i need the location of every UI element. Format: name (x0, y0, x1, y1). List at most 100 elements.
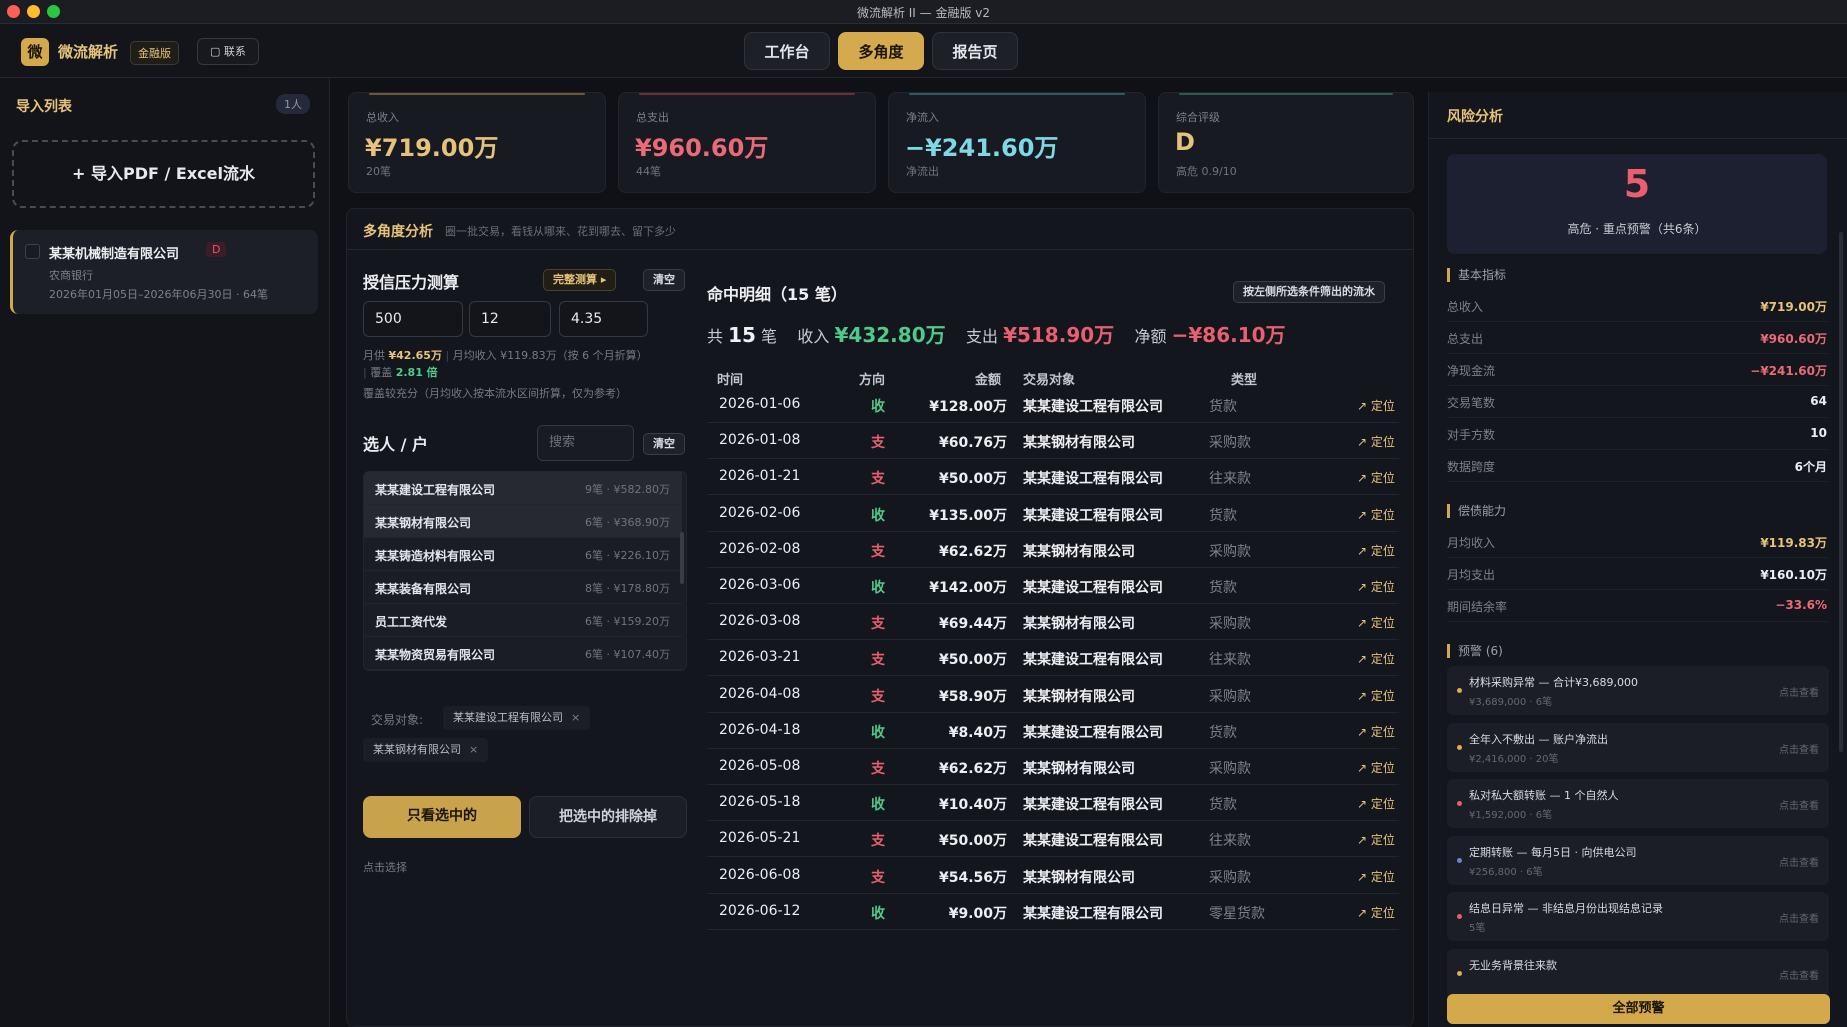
party-search-input[interactable]: 搜索 (537, 425, 634, 461)
coverage-note: 覆盖较充分（月均收入按本流水区间折算，仅为参考） (363, 387, 627, 400)
app-header: 微 微流解析 金融版 ▢ 联系 工作台 多角度 报告页 (0, 24, 1847, 78)
row-date: 2026-06-12 (719, 902, 801, 919)
row-date: 2026-03-21 (719, 649, 801, 666)
metric-row: 数据跨度 6个月 (1447, 450, 1827, 482)
locate-link[interactable]: ↗ 定位 (1357, 904, 1395, 921)
table-row[interactable]: 2026-01-06 收 ¥128.00万 某某建设工程有限公司 货款 ↗ 定位 (707, 387, 1399, 423)
locate-link[interactable]: ↗ 定位 (1357, 650, 1395, 667)
locate-link[interactable]: ↗ 定位 (1357, 614, 1395, 631)
locate-link[interactable]: ↗ 定位 (1357, 795, 1395, 812)
loan-rate-input[interactable]: 4.35 (559, 301, 648, 337)
table-row[interactable]: 2026-05-21 支 ¥50.00万 某某建设工程有限公司 往来款 ↗ 定位 (707, 821, 1399, 858)
table-row[interactable]: 2026-03-21 支 ¥50.00万 某某建设工程有限公司 往来款 ↗ 定位 (707, 640, 1399, 677)
loan-term-input[interactable]: 12 (469, 301, 551, 337)
row-counterparty: 某某建设工程有限公司 (1023, 724, 1163, 741)
party-item[interactable]: 某某铸造材料有限公司 6笔 · ¥226.10万 (364, 538, 682, 571)
import-sidebar: 导入列表 1人 + 导入PDF / Excel流水 某某机械制造有限公司 D 农… (0, 78, 330, 1027)
row-amount: ¥8.40万 (948, 724, 1007, 741)
locate-link[interactable]: ↗ 定位 (1357, 687, 1395, 704)
locate-link[interactable]: ↗ 定位 (1357, 759, 1395, 776)
filter-tag[interactable]: 某某钢材有限公司 × (363, 738, 489, 762)
locate-link[interactable]: ↗ 定位 (1357, 469, 1395, 486)
table-row[interactable]: 2026-06-12 收 ¥9.00万 某某建设工程有限公司 零星货款 ↗ 定位 (707, 894, 1399, 930)
alert-item[interactable]: 全年入不敷出 — 账户净流出 ¥2,416,000 · 20笔 点击查看 (1447, 722, 1829, 772)
credit-clear-button[interactable]: 清空 (643, 269, 685, 291)
table-row[interactable]: 2026-04-18 收 ¥8.40万 某某建设工程有限公司 货款 ↗ 定位 (707, 713, 1399, 749)
party-clear-button[interactable]: 清空 (643, 433, 685, 455)
alert-view-link[interactable]: 点击查看 (1779, 797, 1819, 812)
risk-panel-scrollbar[interactable] (1839, 232, 1843, 752)
remove-tag-icon[interactable]: × (469, 743, 478, 756)
alert-view-link[interactable]: 点击查看 (1779, 854, 1819, 869)
table-row[interactable]: 2026-06-08 支 ¥54.56万 某某钢材有限公司 采购款 ↗ 定位 (707, 858, 1399, 894)
alert-item[interactable]: 结息日异常 — 非结息月份出现结息记录 5笔 点击查看 (1447, 892, 1829, 941)
alert-view-link[interactable]: 点击查看 (1779, 910, 1819, 925)
locate-link[interactable]: ↗ 定位 (1357, 723, 1395, 740)
metric-value: ¥960.60万 (1760, 332, 1827, 346)
party-item[interactable]: 某某物资贸易有限公司 6笔 · ¥107.40万 (364, 637, 682, 670)
exclude-selected-button[interactable]: 把选中的排除掉 (529, 796, 687, 838)
row-counterparty: 某某钢材有限公司 (1023, 616, 1135, 633)
alert-item[interactable]: 私对私大额转账 — 1 个自然人 ¥1,592,000 · 6笔 点击查看 (1447, 779, 1829, 828)
risk-score-card: 5 高危 · 重点预警（共6条） (1447, 154, 1827, 254)
row-counterparty: 某某钢材有限公司 (1023, 435, 1135, 452)
hits-filter-button[interactable]: 按左侧所选条件筛出的流水 (1233, 281, 1385, 303)
full-test-button[interactable]: 完整测算 ▸ (543, 269, 617, 291)
contact-button[interactable]: ▢ 联系 (197, 38, 259, 65)
row-amount: ¥69.44万 (938, 616, 1007, 633)
party-item[interactable]: 员工工资代发 6笔 · ¥159.20万 (364, 604, 682, 637)
imported-file-card[interactable]: 某某机械制造有限公司 D 农商银行 2026年01月05日–2026年06月30… (10, 230, 318, 314)
col-header-type: 类型 (1231, 373, 1258, 388)
alert-item[interactable]: 无业务背景往来款 点击查看 (1447, 948, 1829, 998)
party-item[interactable]: 某某装备有限公司 8笔 · ¥178.80万 (364, 571, 682, 604)
locate-link[interactable]: ↗ 定位 (1357, 542, 1395, 559)
table-row[interactable]: 2026-02-08 支 ¥62.62万 某某钢材有限公司 采购款 ↗ 定位 (707, 532, 1399, 568)
table-row[interactable]: 2026-03-06 收 ¥142.00万 某某建设工程有限公司 货款 ↗ 定位 (707, 568, 1399, 604)
file-checkbox[interactable] (25, 244, 40, 259)
repay-title: 偿债能力 (1447, 504, 1506, 518)
alert-view-link[interactable]: 点击查看 (1779, 967, 1819, 982)
monthly-income-note: 月均收入 ¥119.83万（按 6 个月折算） (452, 349, 648, 362)
locate-link[interactable]: ↗ 定位 (1357, 578, 1395, 595)
alert-item[interactable]: 定期转账 — 每月5日 · 向供电公司 ¥256,800 · 6笔 点击查看 (1447, 835, 1829, 885)
party-list-scrollbar[interactable] (680, 532, 684, 584)
table-row[interactable]: 2026-05-18 收 ¥10.40万 某某建设工程有限公司 货款 ↗ 定位 (707, 785, 1399, 822)
only-selected-button[interactable]: 只看选中的 (363, 796, 521, 838)
row-amount: ¥50.00万 (938, 471, 1007, 488)
metric-row: 总收入 ¥719.00万 (1447, 290, 1827, 322)
row-type: 往来款 (1209, 833, 1251, 850)
stat-value: D (1175, 128, 1195, 156)
import-file-button[interactable]: + 导入PDF / Excel流水 (12, 140, 315, 208)
locate-link[interactable]: ↗ 定位 (1357, 831, 1395, 848)
row-direction: 收 (871, 905, 885, 922)
locate-link[interactable]: ↗ 定位 (1357, 868, 1395, 885)
stat-label: 总收入 (366, 111, 399, 124)
metric-row: 月均收入 ¥119.83万 (1447, 526, 1827, 558)
metric-label: 月均收入 (1447, 536, 1496, 550)
file-date-range: 2026年01月05日–2026年06月30日 · 64笔 (49, 288, 268, 301)
remove-tag-icon[interactable]: × (571, 711, 580, 724)
table-row[interactable]: 2026-01-21 支 ¥50.00万 某某建设工程有限公司 往来款 ↗ 定位 (707, 459, 1399, 496)
table-row[interactable]: 2026-02-06 收 ¥135.00万 某某建设工程有限公司 货款 ↗ 定位 (707, 496, 1399, 532)
tab-multi-angle[interactable]: 多角度 (838, 32, 924, 70)
tab-workbench[interactable]: 工作台 (744, 32, 830, 70)
table-row[interactable]: 2026-01-08 支 ¥60.76万 某某钢材有限公司 采购款 ↗ 定位 (707, 423, 1399, 460)
loan-amount-input[interactable]: 500 (363, 301, 463, 337)
all-alerts-button[interactable]: 全部预警 (1447, 994, 1830, 1024)
party-item[interactable]: 某某钢材有限公司 6笔 · ¥368.90万 (364, 505, 682, 538)
filter-tag[interactable]: 某某建设工程有限公司 × (443, 706, 591, 730)
risk-score-label: 高危 · 重点预警（共6条） (1567, 222, 1707, 236)
table-row[interactable]: 2026-05-08 支 ¥62.62万 某某钢材有限公司 采购款 ↗ 定位 (707, 749, 1399, 785)
party-item[interactable]: 某某建设工程有限公司 9笔 · ¥582.80万 (364, 472, 682, 505)
locate-link[interactable]: ↗ 定位 (1357, 397, 1395, 414)
alert-view-link[interactable]: 点击查看 (1779, 684, 1819, 699)
table-row[interactable]: 2026-04-08 支 ¥58.90万 某某钢材有限公司 采购款 ↗ 定位 (707, 677, 1399, 713)
alert-view-link[interactable]: 点击查看 (1779, 741, 1819, 756)
stat-label: 综合评级 (1176, 111, 1220, 124)
locate-link[interactable]: ↗ 定位 (1357, 433, 1395, 450)
metric-label: 期间结余率 (1447, 600, 1508, 614)
alert-item[interactable]: 材料采购异常 — 合计¥3,689,000 ¥3,689,000 · 6笔 点击查看 (1447, 666, 1829, 715)
locate-link[interactable]: ↗ 定位 (1357, 506, 1395, 523)
tab-report[interactable]: 报告页 (932, 32, 1018, 70)
table-row[interactable]: 2026-03-08 支 ¥69.44万 某某钢材有限公司 采购款 ↗ 定位 (707, 604, 1399, 641)
